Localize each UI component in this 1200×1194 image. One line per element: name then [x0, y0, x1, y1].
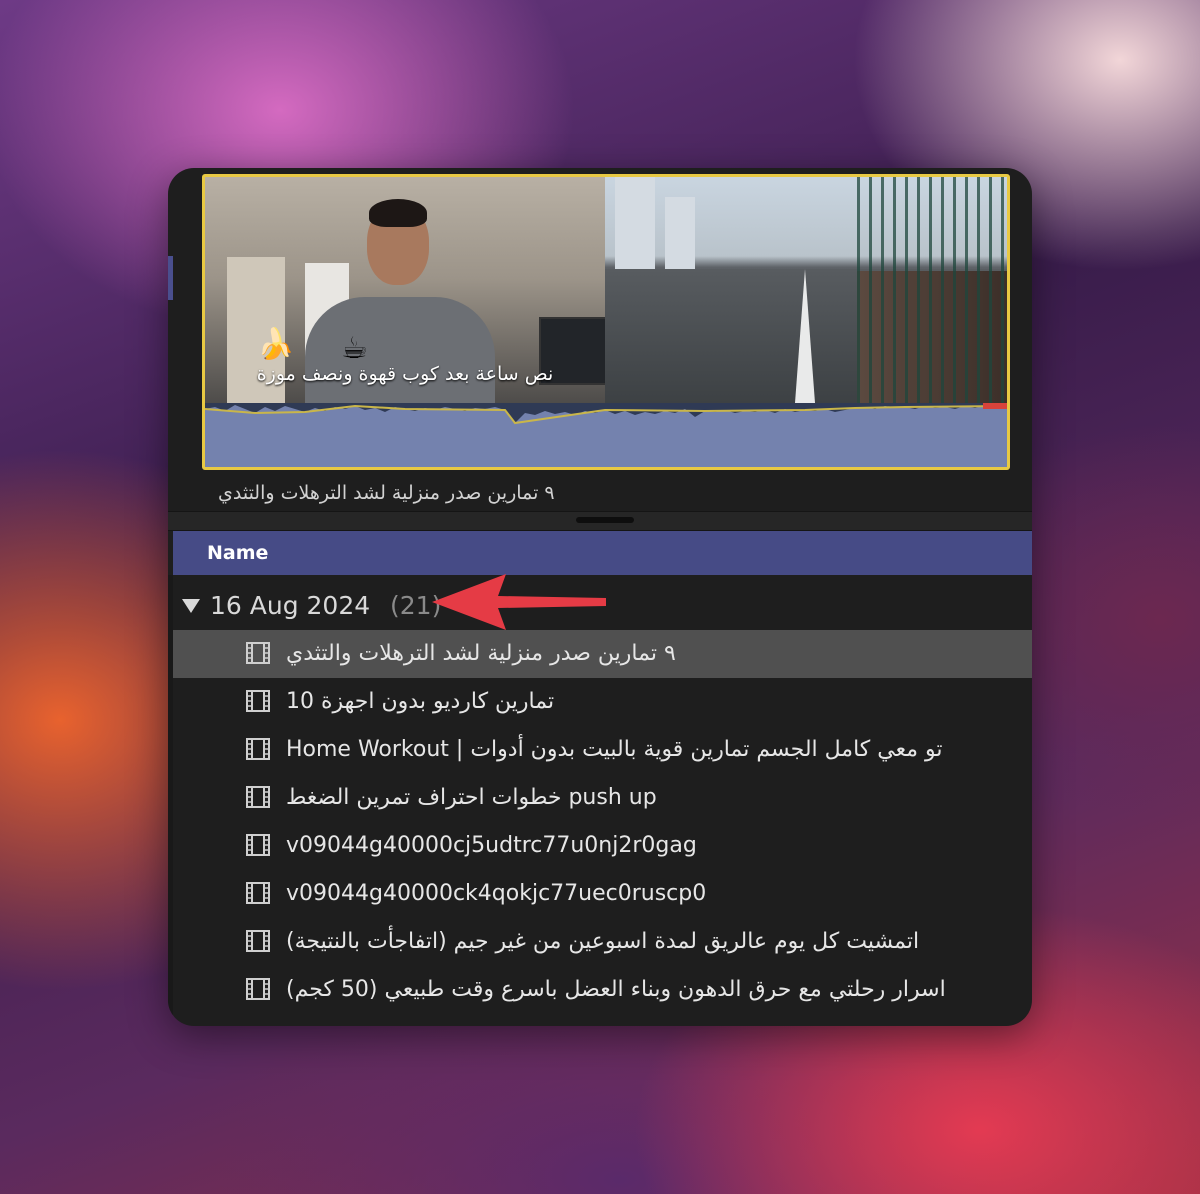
building	[615, 177, 655, 269]
clip-list-item[interactable]: ٩ تمارين صدر منزلية لشد الترهلات والتثدي	[173, 630, 1032, 678]
presenter-hair	[369, 199, 427, 227]
clip-name: Home Workout | تو معي كامل الجسم تمارين …	[286, 737, 943, 762]
clip-list-item[interactable]: خطوات احتراف تمرين الضغط push up	[173, 774, 1032, 822]
coffee-emoji: ☕	[341, 331, 368, 366]
film-icon	[246, 834, 270, 856]
clip-thumbnail-street	[605, 177, 1007, 403]
pane-splitter[interactable]	[168, 511, 1032, 531]
clip-filmstrip-preview[interactable]: 🍌 ☕ نص ساعة بعد كوب قهوة ونصف موزة	[202, 174, 1010, 470]
film-icon	[246, 930, 270, 952]
clip-list-item[interactable]: 10 تمارين كارديو بدون اجهزة	[173, 678, 1032, 726]
group-date-label: 16 Aug 2024	[210, 591, 371, 620]
clip-name: v09044g40000cj5udtrc77u0nj2r0gag	[286, 833, 697, 858]
clip-list-item[interactable]: Home Workout | تو معي كامل الجسم تمارين …	[173, 726, 1032, 774]
clip-list-item[interactable]: v09044g40000ck4qokjc77uec0ruscp0	[173, 870, 1032, 918]
clip-name: اتمشيت كل يوم عالريق لمدة اسبوعين من غير…	[286, 929, 920, 954]
clip-list-item[interactable]: اسرار رحلتي مع حرق الدهون وبناء العضل با…	[173, 966, 1032, 1014]
film-icon	[246, 738, 270, 760]
clip-thumbnail-presenter: 🍌 ☕ نص ساعة بعد كوب قهوة ونصف موزة	[205, 177, 605, 403]
event-browser-window: 🍌 ☕ نص ساعة بعد كوب قهوة ونصف موزة ٩ تما…	[168, 168, 1032, 1026]
video-caption-text: نص ساعة بعد كوب قهوة ونصف موزة	[256, 363, 554, 385]
film-icon	[246, 882, 270, 904]
splitter-handle[interactable]	[576, 517, 634, 523]
film-icon	[246, 690, 270, 712]
film-icon	[246, 786, 270, 808]
building	[665, 197, 695, 269]
clip-list: ٩ تمارين صدر منزلية لشد الترهلات والتثدي…	[173, 630, 1032, 1014]
clip-list-item[interactable]: v09044g40000cj5udtrc77u0nj2r0gag	[173, 822, 1032, 870]
banana-emoji: 🍌	[257, 327, 295, 362]
road-center-line	[795, 269, 815, 403]
column-header-name[interactable]: Name	[173, 531, 1032, 575]
sidebar-selection-edge	[168, 256, 173, 300]
preview-clip-title: ٩ تمارين صدر منزلية لشد الترهلات والتثدي	[218, 482, 555, 504]
presenter-shirt	[305, 297, 495, 403]
annotation-arrow-icon	[432, 574, 606, 630]
film-icon	[246, 978, 270, 1000]
clip-name: خطوات احتراف تمرين الضغط push up	[286, 785, 657, 810]
disclosure-triangle-icon[interactable]	[182, 599, 200, 613]
film-icon	[246, 642, 270, 664]
clip-name: v09044g40000ck4qokjc77uec0ruscp0	[286, 881, 707, 906]
clip-name: ٩ تمارين صدر منزلية لشد الترهلات والتثدي	[286, 641, 676, 666]
audio-waveform	[205, 403, 1007, 467]
clip-name: 10 تمارين كارديو بدون اجهزة	[286, 689, 555, 714]
clip-name: اسرار رحلتي مع حرق الدهون وبناء العضل با…	[286, 977, 946, 1002]
clip-list-item[interactable]: اتمشيت كل يوم عالريق لمدة اسبوعين من غير…	[173, 918, 1032, 966]
fence	[857, 177, 1007, 403]
